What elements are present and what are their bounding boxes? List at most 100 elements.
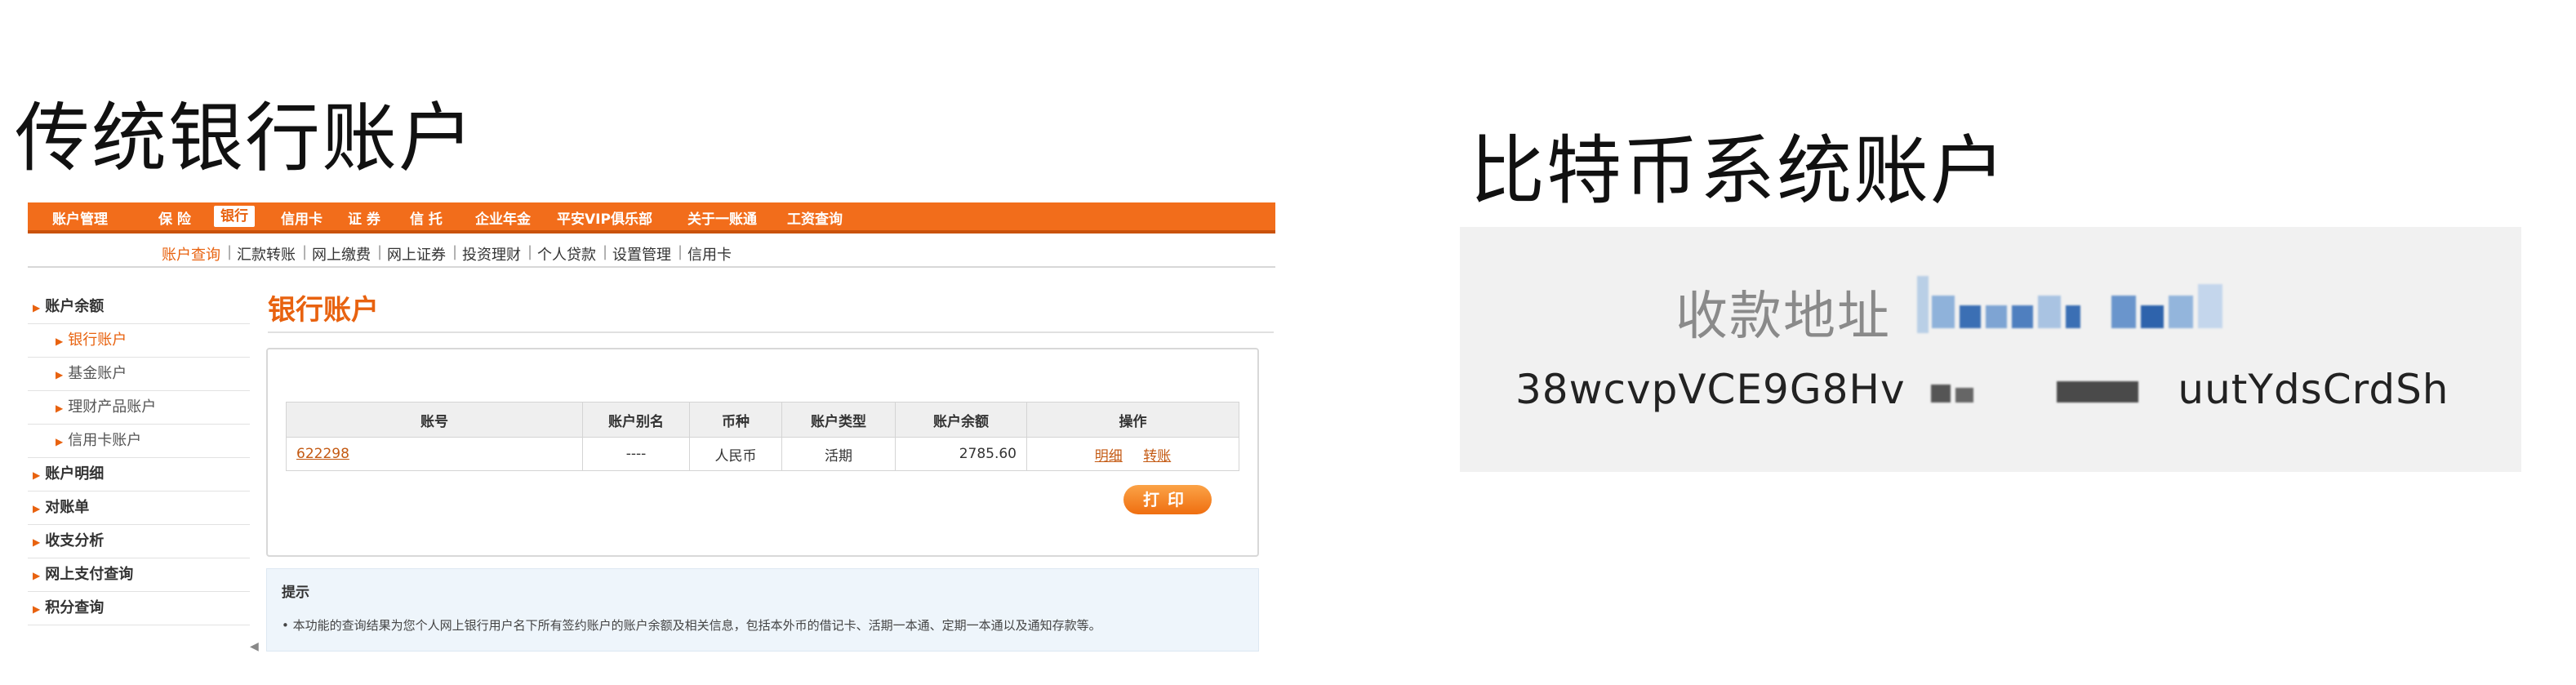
account-alias: ---- <box>582 437 690 471</box>
subnav-item[interactable]: 汇款转账 <box>237 243 296 265</box>
sidebar-item-payment-query[interactable]: ▶ 网上支付查询 <box>28 558 250 592</box>
subnav-sep: | <box>227 243 233 260</box>
triangle-right-icon: ▶ <box>33 469 41 481</box>
currency: 人民币 <box>689 437 782 471</box>
tips-panel: 提示 • 本功能的查询结果为您个人网上银行用户名下所有签约账户的账户余额及相关信… <box>266 568 1259 652</box>
triangle-right-icon: ▶ <box>56 403 64 414</box>
topnav-item-active[interactable]: 银行 <box>214 206 255 227</box>
bitcoin-account-title: 比特币系统账户 <box>1470 127 2008 215</box>
redaction-block <box>2056 380 2138 403</box>
redaction-block <box>1917 276 1929 333</box>
details-link[interactable]: 明细 <box>1095 448 1123 465</box>
subnav-sep: | <box>302 243 308 260</box>
address-label: 收款地址 <box>1675 287 1891 347</box>
topnav-item[interactable]: 企业年金 <box>475 207 531 228</box>
sidebar-item-label: 账户明细 <box>45 465 105 483</box>
bitcoin-address: 38wcvpVCE9G8Hv uutYdsCrdSh <box>1515 366 2449 413</box>
subnav-sep: | <box>377 243 383 260</box>
redaction-block <box>2169 296 2193 328</box>
col-header: 账户别名 <box>582 402 690 438</box>
topnav-item[interactable]: 保 险 <box>158 207 191 228</box>
subnav-item[interactable]: 网上缴费 <box>312 243 371 265</box>
triangle-right-icon: ▶ <box>56 336 64 347</box>
redaction-block <box>2141 305 2164 328</box>
subnav-sep: | <box>678 243 683 260</box>
address-redacted <box>1920 376 2164 409</box>
redaction-block <box>1960 305 1981 328</box>
topnav-item[interactable]: 信用卡 <box>281 207 323 228</box>
subnav-item[interactable]: 个人贷款 <box>537 243 596 265</box>
print-button[interactable]: 打印 <box>1123 485 1212 514</box>
topnav-item[interactable]: 关于一账通 <box>687 207 757 228</box>
sidebar-item-points[interactable]: ▶ 积分查询 <box>28 592 250 625</box>
topnav-item[interactable]: 账户管理 <box>52 207 108 228</box>
tips-text: • 本功能的查询结果为您个人网上银行用户名下所有签约账户的账户余额及相关信息，包… <box>282 618 1101 633</box>
account-table: 账号 账户别名 币种 账户类型 账户余额 操作 622298 ---- 人民币 … <box>286 402 1239 471</box>
triangle-right-icon: ▶ <box>56 436 64 447</box>
table-row: 622298 ---- 人民币 活期 2785.60 明细 转账 <box>286 437 1239 471</box>
redaction-block <box>1955 387 1973 403</box>
sidebar-item-label: 对账单 <box>45 499 90 516</box>
sidebar-item-statement[interactable]: ▶ 对账单 <box>28 492 250 525</box>
sidebar-item-analysis[interactable]: ▶ 收支分析 <box>28 525 250 558</box>
redaction-block <box>1986 305 2007 328</box>
topnav-item[interactable]: 信 托 <box>410 207 443 228</box>
sidebar-item-bank-account[interactable]: ▶ 银行账户 <box>28 324 250 358</box>
col-header: 账户余额 <box>895 402 1027 438</box>
subnav-item[interactable]: 网上证券 <box>387 243 446 265</box>
sidebar-item-label: 网上支付查询 <box>45 566 134 583</box>
triangle-right-icon: ▶ <box>33 603 41 615</box>
page-heading: 银行账户 <box>268 294 379 327</box>
triangle-right-icon: ▶ <box>33 503 41 514</box>
sidebar: ▶ 账户余额 ▶ 银行账户 ▶ 基金账户 ▶ 理财产品账户 ▶ 信用卡账户 ▶ 账户明细 ▶… <box>28 291 250 625</box>
table-header-row: 账号 账户别名 币种 账户类型 账户余额 操作 <box>286 402 1239 438</box>
bitcoin-address-panel: 收款地址 38wcvpVCE9G8Hv uutYdsCrdSh <box>1460 227 2521 472</box>
bank-screenshot: 账户管理 保 险 银行 信用卡 证 券 信 托 企业年金 平安VIP俱乐部 关于… <box>28 202 1275 660</box>
account-type: 活期 <box>781 437 896 471</box>
redaction-block <box>2038 296 2061 328</box>
topnav-item[interactable]: 平安VIP俱乐部 <box>557 207 652 228</box>
sidebar-item-label: 收支分析 <box>45 532 105 549</box>
traditional-bank-title: 传统银行账户 <box>15 95 476 182</box>
subnav-sep: | <box>527 243 533 260</box>
triangle-right-icon: ▶ <box>33 302 41 314</box>
sidebar-item-label: 银行账户 <box>68 331 127 349</box>
redaction-block <box>2066 305 2080 328</box>
redaction-block <box>2012 305 2033 328</box>
divider <box>268 331 1274 333</box>
triangle-right-icon: ▶ <box>33 570 41 581</box>
transfer-link[interactable]: 转账 <box>1143 448 1171 465</box>
sidebar-item-label: 信用卡账户 <box>68 432 142 449</box>
redaction-block <box>2111 296 2136 328</box>
topnav-item[interactable]: 工资查询 <box>787 207 843 228</box>
subnav-item[interactable]: 投资理财 <box>462 243 521 265</box>
sidebar-item-label: 基金账户 <box>68 365 127 382</box>
col-header: 币种 <box>689 402 782 438</box>
subnav-item[interactable]: 信用卡 <box>687 243 732 265</box>
sidebar-item-balance[interactable]: ▶ 账户余额 <box>28 291 250 324</box>
topnav-item[interactable]: 证 券 <box>348 207 380 228</box>
subnav-item[interactable]: 设置管理 <box>612 243 671 265</box>
balance: 2785.60 <box>895 437 1027 471</box>
sidebar-item-details[interactable]: ▶ 账户明细 <box>28 458 250 492</box>
address-suffix: uutYdsCrdSh <box>2178 366 2449 413</box>
account-number-link[interactable]: 622298 <box>286 437 583 471</box>
account-table-panel: 账号 账户别名 币种 账户类型 账户余额 操作 622298 ---- 人民币 … <box>266 348 1259 557</box>
sub-nav: 账户查询 | 汇款转账 | 网上缴费 | 网上证券 | 投资理财 | 个人贷款 … <box>28 235 1275 268</box>
redaction-block <box>1932 296 1955 328</box>
subnav-sep: | <box>452 243 458 260</box>
sidebar-item-fund-account[interactable]: ▶ 基金账户 <box>28 358 250 391</box>
scroll-left-icon[interactable]: ◀ <box>250 640 259 653</box>
address-prefix: 38wcvpVCE9G8Hv <box>1515 366 1906 413</box>
sidebar-item-wealth-account[interactable]: ▶ 理财产品账户 <box>28 391 250 425</box>
tips-title: 提示 <box>282 585 309 601</box>
triangle-right-icon: ▶ <box>33 536 41 548</box>
subnav-item-active[interactable]: 账户查询 <box>162 243 220 265</box>
redaction-block <box>1930 384 1951 403</box>
subnav-sep: | <box>603 243 608 260</box>
col-header: 操作 <box>1026 402 1239 438</box>
sidebar-item-label: 积分查询 <box>45 599 105 616</box>
sidebar-item-credit-account[interactable]: ▶ 信用卡账户 <box>28 425 250 458</box>
col-header: 账户类型 <box>781 402 896 438</box>
triangle-right-icon: ▶ <box>56 369 64 380</box>
